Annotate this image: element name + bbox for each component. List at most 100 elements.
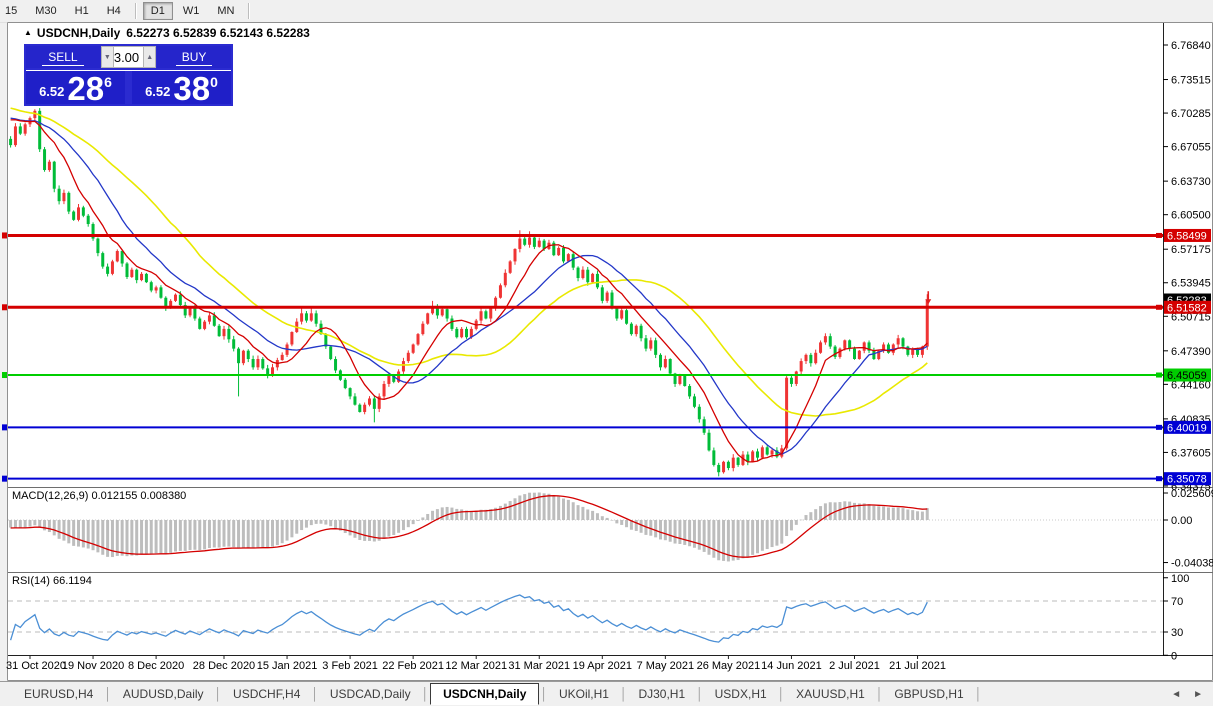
toolbar-separator [134, 3, 137, 19]
macd-tick-label: 0.025609 [1171, 488, 1213, 500]
tab-separator: │ [619, 687, 628, 701]
date-tick-label: 28 Dec 2020 [193, 660, 255, 672]
timeframe-button-h1[interactable]: H1 [67, 2, 97, 20]
chart-window-background [7, 22, 1213, 681]
line-handle[interactable] [1156, 232, 1162, 238]
price-tick-label: 6.76840 [1171, 40, 1211, 52]
buy-price-prefix: 6.52 [145, 84, 171, 99]
tab-audusd-daily[interactable]: AUDUSD,Daily [113, 684, 214, 704]
tab-separator: │ [875, 687, 884, 701]
timeframe-button-w1[interactable]: W1 [175, 2, 208, 20]
line-handle[interactable] [1156, 424, 1162, 430]
tab-separator: │ [540, 687, 548, 701]
level-price-label: 6.35078 [1167, 474, 1207, 486]
tab-scroll-right-icon[interactable]: ► [1193, 689, 1203, 700]
chart-header: ▲ USDCNH,Daily 6.52273 6.52839 6.52143 6.5… [24, 26, 310, 40]
volume-increase-icon[interactable]: ▲ [143, 46, 157, 68]
macd-label: MACD(12,26,9) 0.012155 0.008380 [12, 490, 187, 502]
rsi-value: 66.1194 [52, 575, 92, 587]
macd-tick-label: 0.00 [1171, 515, 1192, 527]
price-tick-label: 6.73515 [1171, 75, 1211, 87]
price-tick-label: 6.70285 [1171, 108, 1211, 120]
timeframe-button-h4[interactable]: H4 [99, 2, 129, 20]
buy-price-pips: 38 [173, 70, 211, 107]
date-tick-label: 15 Jan 2021 [257, 660, 318, 672]
date-tick-label: 7 May 2021 [637, 660, 694, 672]
rsi-tick-label: 0 [1171, 650, 1177, 662]
sell-button-label: SELL [42, 51, 84, 66]
sell-price-point: 6 [104, 74, 112, 90]
ohlc-values: 6.52273 6.52839 6.52143 6.52283 [126, 26, 310, 40]
level-price-label: 6.51582 [1167, 302, 1207, 314]
date-tick-label: 3 Feb 2021 [322, 660, 378, 672]
macd-values: 0.012155 0.008380 [91, 490, 187, 502]
chart-symbol-period: USDCNH,Daily [36, 26, 121, 40]
level-price-label: 6.45059 [1167, 370, 1207, 382]
sell-price-prefix: 6.52 [39, 84, 65, 99]
timeframe-toolbar: 15 M30 H1 H4 D1 W1 MN [0, 0, 1213, 23]
date-tick-label: 8 Dec 2020 [128, 660, 184, 672]
tab-gbpusd-h1[interactable]: GBPUSD,H1 [884, 684, 973, 704]
price-tick-label: 6.67055 [1171, 142, 1211, 154]
tab-usdcad-daily[interactable]: USDCAD,Daily [320, 684, 421, 704]
price-tick-label: 6.53945 [1171, 278, 1211, 290]
timeframe-button-m30[interactable]: M30 [27, 2, 64, 20]
symbol-tab-bar: EURUSD,H4 │ AUDUSD,Daily │ USDCHF,H4 │ USDCAD,… [0, 681, 1213, 706]
tab-usdchf-h4[interactable]: USDCHF,H4 [223, 684, 310, 704]
sell-button[interactable]: SELL [26, 46, 100, 68]
tab-eurusd-h4[interactable]: EURUSD,H4 [14, 684, 103, 704]
tab-usdx-h1[interactable]: USDX,H1 [705, 684, 777, 704]
tab-separator: │ [777, 687, 786, 701]
date-tick-label: 31 Oct 2020 [6, 660, 66, 672]
sell-price-pips: 28 [67, 70, 105, 107]
level-price-label: 6.58499 [1167, 230, 1207, 242]
date-tick-label: 19 Nov 2020 [62, 660, 124, 672]
price-tick-label: 6.37605 [1171, 447, 1211, 459]
date-tick-label: 2 Jul 2021 [829, 660, 880, 672]
rsi-tick-label: 70 [1171, 596, 1183, 608]
date-tick-label: 31 Mar 2021 [508, 660, 570, 672]
date-tick-label: 26 May 2021 [697, 660, 761, 672]
volume-decrease-icon[interactable]: ▼ [100, 46, 114, 68]
volume-stepper: ▼ 3.00 ▲ [100, 46, 157, 68]
buy-button-label: BUY [175, 51, 213, 66]
tab-separator: │ [696, 687, 704, 701]
tab-usdcnh-daily[interactable]: USDCNH,Daily [430, 683, 540, 705]
buy-price-point: 0 [210, 74, 218, 90]
line-handle[interactable] [1156, 372, 1162, 378]
price-tick-label: 6.57175 [1171, 244, 1211, 256]
chart-canvas[interactable]: 6.76840 6.73515 6.70285 6.67055 6.63730 6.605… [0, 22, 1213, 681]
sell-price-display[interactable]: 6.52 28 6 [26, 70, 125, 107]
date-tick-label: 19 Apr 2021 [573, 660, 632, 672]
tab-ukoil-h1[interactable]: UKOil,H1 [549, 684, 619, 704]
date-tick-label: 12 Mar 2021 [445, 660, 507, 672]
tab-xauusd-h1[interactable]: XAUUSD,H1 [786, 684, 875, 704]
rsi-label: RSI(14) 66.1194 [12, 575, 92, 587]
price-tick-label: 6.63730 [1171, 176, 1211, 188]
price-tick-label: 6.47390 [1171, 346, 1211, 358]
line-handle[interactable] [1156, 476, 1162, 482]
tab-separator: │ [421, 687, 430, 701]
buy-price-display[interactable]: 6.52 38 0 [132, 70, 231, 107]
buy-button[interactable]: BUY [157, 46, 231, 68]
date-tick-label: 21 Jul 2021 [889, 660, 946, 672]
tab-separator: │ [311, 687, 319, 701]
collapse-panel-icon[interactable]: ▲ [24, 28, 32, 37]
one-click-trading-panel: SELL ▼ 3.00 ▲ BUY 6.52 28 6 6.52 38 0 [24, 44, 233, 106]
timeframe-button-d1[interactable]: D1 [142, 2, 173, 20]
tab-separator: │ [214, 687, 223, 701]
tab-separator: │ [104, 687, 112, 701]
tab-separator: │ [974, 687, 983, 701]
tab-dj30-h1[interactable]: DJ30,H1 [628, 684, 695, 704]
volume-input[interactable]: 3.00 [113, 46, 144, 68]
date-tick-label: 14 Jun 2021 [761, 660, 822, 672]
timeframe-button-mn[interactable]: MN [209, 2, 242, 20]
level-price-label: 6.40019 [1167, 422, 1207, 434]
date-tick-label: 22 Feb 2021 [382, 660, 444, 672]
timeframe-button-15[interactable]: 15 [2, 2, 25, 20]
tab-scroll-left-icon[interactable]: ◄ [1171, 689, 1181, 700]
macd-tick-label: -0.040386 [1171, 558, 1213, 570]
line-handle[interactable] [1156, 304, 1162, 310]
toolbar-separator [248, 3, 251, 19]
rsi-tick-label: 100 [1171, 573, 1189, 585]
